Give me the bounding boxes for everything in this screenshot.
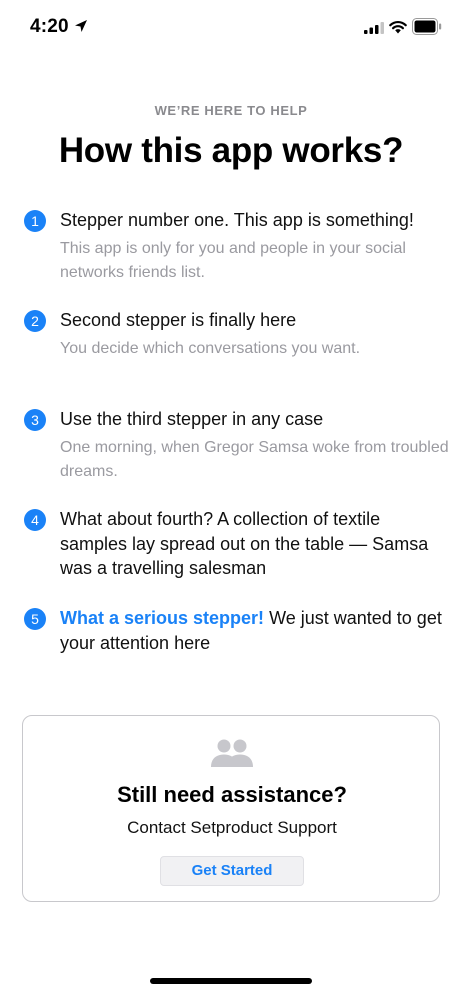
step-number-badge: 4 bbox=[24, 509, 46, 531]
people-icon bbox=[211, 739, 253, 767]
support-card: Still need assistance? Contact Setproduc… bbox=[22, 715, 440, 902]
step-title-highlight: What a serious stepper! bbox=[60, 608, 265, 628]
step-number-badge: 5 bbox=[24, 608, 46, 630]
step-description: One morning, when Gregor Samsa woke from… bbox=[60, 439, 449, 480]
step-title: Second stepper is finally here bbox=[60, 310, 297, 330]
step-description: You decide which conversations you want. bbox=[60, 340, 361, 357]
wifi-icon bbox=[389, 21, 407, 34]
battery-icon bbox=[412, 18, 442, 35]
cellular-signal-icon bbox=[364, 22, 384, 34]
help-screen: 4:20 WE’RE HERE TO HELP How this app wor… bbox=[0, 0, 462, 1000]
step-number-badge: 1 bbox=[24, 210, 46, 232]
step-title: Stepper number one. This app is somethin… bbox=[60, 210, 414, 230]
support-card-title: Still need assistance? bbox=[117, 782, 347, 807]
step-title: Use the third stepper in any case bbox=[60, 409, 324, 429]
step-number-badge: 3 bbox=[24, 409, 46, 431]
support-card-subtitle: Contact Setproduct Support bbox=[127, 818, 337, 837]
step-title: What about fourth? A collection of texti… bbox=[60, 509, 429, 578]
step-title: What a serious stepper! We just wanted t… bbox=[60, 606, 450, 655]
status-bar: 4:20 bbox=[0, 0, 462, 54]
home-indicator[interactable] bbox=[150, 978, 312, 984]
eyebrow-label: WE’RE HERE TO HELP bbox=[154, 103, 308, 118]
location-arrow-icon bbox=[75, 20, 87, 32]
page-title: How this app works? bbox=[58, 131, 404, 170]
step-description: This app is only for you and people in y… bbox=[60, 240, 406, 281]
get-started-button[interactable]: Get Started bbox=[160, 856, 304, 886]
status-time: 4:20 bbox=[30, 16, 69, 37]
step-number-badge: 2 bbox=[24, 310, 46, 332]
